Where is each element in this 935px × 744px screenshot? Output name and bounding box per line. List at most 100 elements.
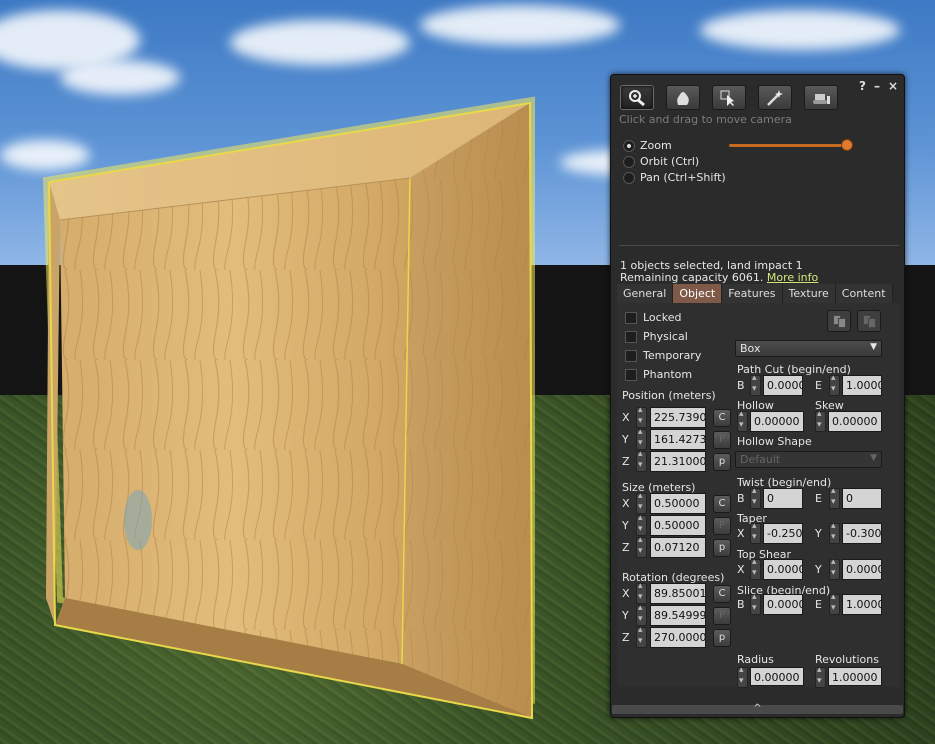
path-cut-b-spinner[interactable] [750, 373, 761, 396]
size-paste-button[interactable]: P [713, 517, 731, 535]
chevron-up-icon: ^ [753, 703, 762, 714]
pos-z-field[interactable]: 21.31000 [650, 451, 706, 472]
size-x-field[interactable]: 0.50000 [650, 493, 706, 514]
magic-wand-icon [767, 89, 783, 106]
size-y-field[interactable]: 0.50000 [650, 515, 706, 536]
phantom-label: Phantom [643, 368, 693, 381]
grab-tool-button[interactable] [666, 85, 700, 110]
phantom-checkbox[interactable]: Phantom [625, 368, 692, 381]
skew-spinner[interactable] [815, 409, 826, 432]
paste-params-button[interactable] [857, 310, 881, 332]
hollow-field[interactable]: 0.00000 [750, 411, 804, 432]
zoom-slider-handle[interactable] [841, 139, 853, 151]
pos-y-field[interactable]: 161.42738 [650, 429, 706, 450]
more-info-link[interactable]: More info [767, 271, 818, 284]
pan-radio[interactable]: Pan (Ctrl+Shift) [623, 171, 726, 184]
build-floater[interactable]: ? – × Click and drag to move camera Zoom… [610, 74, 905, 718]
magnifier-icon [629, 89, 645, 106]
help-button[interactable]: ? [859, 79, 866, 93]
select-tool-button[interactable] [712, 85, 746, 110]
taper-x-label: X [737, 527, 745, 540]
create-tool-button[interactable] [758, 85, 792, 110]
pos-z-spinner[interactable] [636, 449, 647, 472]
hollow-shape-label: Hollow Shape [737, 435, 812, 448]
taper-x-field[interactable]: -0.2500 [763, 523, 803, 544]
pos-x-spinner[interactable] [636, 405, 647, 428]
expand-bar[interactable]: ^ [612, 703, 903, 714]
radius-field[interactable]: 0.00000 [750, 667, 804, 686]
slice-b-field[interactable]: 0.0000 [763, 594, 803, 615]
tab-general[interactable]: General [617, 284, 674, 303]
slice-b-spinner[interactable] [750, 592, 761, 615]
path-cut-b-field[interactable]: 0.0000 [763, 375, 803, 396]
radio-icon [623, 155, 635, 168]
pos-copy-button[interactable]: C [713, 409, 731, 427]
size-z-spinner[interactable] [636, 535, 647, 558]
path-cut-e-field[interactable]: 1.0000 [842, 375, 882, 396]
top-shear-y-field[interactable]: 0.0000 [842, 559, 882, 580]
size-y-spinner[interactable] [636, 513, 647, 536]
size-z-label: Z [622, 541, 630, 554]
rot-z-spinner[interactable] [636, 625, 647, 648]
twist-b-spinner[interactable] [750, 486, 761, 509]
revolutions-label: Revolutions [815, 653, 879, 666]
top-shear-x-field[interactable]: 0.0000 [763, 559, 803, 580]
slice-e-field[interactable]: 1.0000 [842, 594, 882, 615]
tab-object[interactable]: Object [673, 284, 723, 303]
zoom-slider[interactable] [729, 144, 847, 147]
checkbox-icon [625, 311, 637, 324]
revolutions-spinner[interactable] [815, 665, 826, 688]
close-button[interactable]: × [888, 79, 898, 93]
tab-features[interactable]: Features [722, 284, 783, 303]
pointer-icon [720, 90, 734, 106]
size-x-spinner[interactable] [636, 491, 647, 514]
twist-e-field[interactable]: 0 [842, 488, 882, 509]
path-cut-e-spinner[interactable] [829, 373, 840, 396]
zoom-radio[interactable]: Zoom [623, 139, 672, 152]
top-shear-x-spinner[interactable] [750, 557, 761, 580]
hollow-spinner[interactable] [737, 409, 748, 432]
twist-e-spinner[interactable] [829, 486, 840, 509]
rot-z-field[interactable]: 270.00000 [650, 627, 706, 648]
hollow-shape-dropdown[interactable]: Default ▼ [735, 451, 882, 468]
rot-y-field[interactable]: 89.54999 [650, 605, 706, 626]
rot-x-spinner[interactable] [636, 581, 647, 604]
top-shear-y-spinner[interactable] [829, 557, 840, 580]
revolutions-field[interactable]: 1.00000 [828, 667, 882, 686]
tab-content[interactable]: Content [835, 284, 893, 303]
pan-radio-label: Pan (Ctrl+Shift) [640, 171, 726, 184]
minimize-button[interactable]: – [874, 79, 880, 93]
title-buttons: ? – × [859, 79, 898, 93]
orbit-radio[interactable]: Orbit (Ctrl) [623, 155, 699, 168]
pos-paste-button[interactable]: P [713, 431, 731, 449]
rot-y-label: Y [622, 609, 629, 622]
copy-params-button[interactable] [827, 310, 851, 332]
rot-x-field[interactable]: 89.85001 [650, 583, 706, 604]
tab-texture[interactable]: Texture [782, 284, 836, 303]
land-tool-button[interactable] [804, 85, 838, 110]
taper-y-field[interactable]: -0.3000 [842, 523, 882, 544]
rot-x-label: X [622, 587, 630, 600]
taper-y-spinner[interactable] [829, 521, 840, 544]
rot-copy-button[interactable]: C [713, 585, 731, 603]
size-z-field[interactable]: 0.07120 [650, 537, 706, 558]
taper-x-spinner[interactable] [750, 521, 761, 544]
slice-e-spinner[interactable] [829, 592, 840, 615]
zoom-tool-button[interactable] [620, 85, 654, 110]
rot-paste-clip-button[interactable]: p [713, 629, 731, 647]
prim-type-dropdown[interactable]: Box ▼ [735, 340, 882, 357]
rot-paste-button[interactable]: P [713, 607, 731, 625]
skew-field[interactable]: 0.00000 [828, 411, 882, 432]
pos-y-spinner[interactable] [636, 427, 647, 450]
pos-x-field[interactable]: 225.73903 [650, 407, 706, 428]
locked-checkbox[interactable]: Locked [625, 311, 681, 324]
radius-spinner[interactable] [737, 665, 748, 688]
rot-y-spinner[interactable] [636, 603, 647, 626]
temporary-checkbox[interactable]: Temporary [625, 349, 701, 362]
temporary-label: Temporary [643, 349, 702, 362]
twist-b-field[interactable]: 0 [763, 488, 803, 509]
pos-paste-clip-button[interactable]: p [713, 453, 731, 471]
size-paste-clip-button[interactable]: p [713, 539, 731, 557]
physical-checkbox[interactable]: Physical [625, 330, 688, 343]
size-copy-button[interactable]: C [713, 495, 731, 513]
